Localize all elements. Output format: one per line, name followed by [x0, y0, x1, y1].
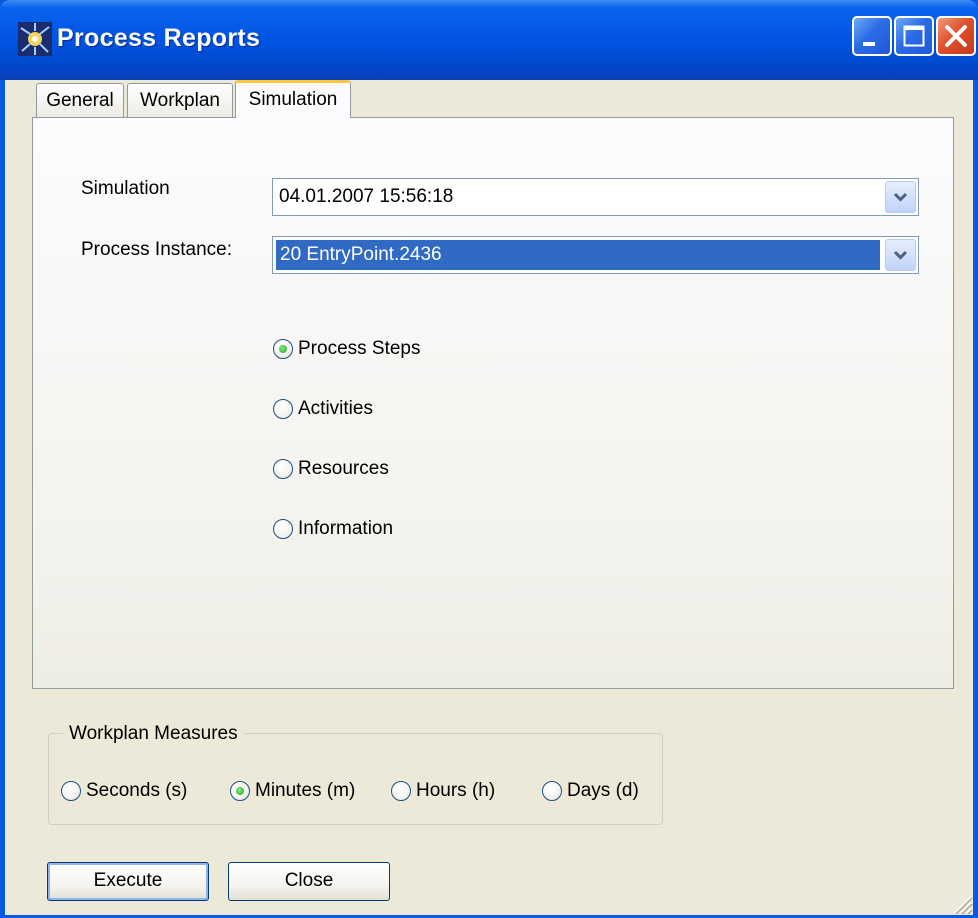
- execute-button[interactable]: Execute: [47, 862, 209, 901]
- close-icon: [945, 25, 967, 47]
- radio-unselected-icon: [61, 781, 81, 801]
- window-client-area: General Workplan Simulation Simulation 0…: [5, 80, 973, 915]
- radio-resources-label: Resources: [298, 458, 389, 479]
- radio-process-steps-label: Process Steps: [298, 338, 421, 359]
- close-window-button[interactable]: [936, 16, 976, 56]
- minimize-icon: [863, 42, 875, 46]
- process-instance-select-dropdown[interactable]: [885, 239, 916, 271]
- radio-selected-icon: [273, 339, 293, 359]
- radio-unselected-icon: [273, 399, 293, 419]
- tab-simulation[interactable]: Simulation: [235, 80, 351, 118]
- radio-unselected-icon: [273, 459, 293, 479]
- maximize-icon: [903, 25, 925, 47]
- radio-hours-label: Hours (h): [416, 780, 496, 801]
- chevron-down-icon: [893, 192, 908, 202]
- radio-process-steps[interactable]: Process Steps: [273, 338, 421, 360]
- simulation-select-value: 04.01.2007 15:56:18: [279, 186, 454, 207]
- radio-days-label: Days (d): [567, 780, 639, 801]
- radio-resources[interactable]: Resources: [273, 458, 389, 480]
- radio-unselected-icon: [542, 781, 562, 801]
- simulation-select-dropdown[interactable]: [885, 181, 916, 213]
- window-title: Process Reports: [57, 24, 261, 52]
- tab-general[interactable]: General: [36, 83, 124, 117]
- workplan-measures-title: Workplan Measures: [63, 723, 244, 745]
- radio-seconds-label: Seconds (s): [86, 780, 188, 801]
- simulation-tab-panel: Simulation 04.01.2007 15:56:18 Process I…: [32, 117, 954, 689]
- title-bar[interactable]: Process Reports: [0, 0, 978, 80]
- radio-days[interactable]: Days (d): [542, 780, 639, 802]
- radio-selected-icon: [230, 781, 250, 801]
- minimize-button[interactable]: [852, 16, 892, 56]
- radio-activities-label: Activities: [298, 398, 373, 419]
- simulation-select[interactable]: 04.01.2007 15:56:18: [272, 178, 919, 216]
- process-instance-label: Process Instance:: [81, 239, 233, 260]
- process-reports-window: Process Reports General Workplan Simulat…: [0, 0, 978, 918]
- process-instance-select[interactable]: 20 EntryPoint.2436: [272, 236, 919, 274]
- radio-hours[interactable]: Hours (h): [391, 780, 495, 802]
- radio-minutes[interactable]: Minutes (m): [230, 780, 355, 802]
- radio-activities[interactable]: Activities: [273, 398, 373, 420]
- process-instance-select-value: 20 EntryPoint.2436: [280, 244, 442, 265]
- chevron-down-icon: [893, 250, 908, 260]
- close-button[interactable]: Close: [228, 862, 390, 901]
- app-icon: [18, 22, 52, 56]
- radio-seconds[interactable]: Seconds (s): [61, 780, 187, 802]
- radio-minutes-label: Minutes (m): [255, 780, 356, 801]
- radio-unselected-icon: [391, 781, 411, 801]
- workplan-measures-group: [48, 733, 663, 825]
- resize-grip-icon[interactable]: [951, 893, 973, 915]
- radio-information-label: Information: [298, 518, 394, 539]
- tab-workplan[interactable]: Workplan: [127, 83, 233, 117]
- simulation-label: Simulation: [81, 178, 170, 199]
- maximize-button[interactable]: [894, 16, 934, 56]
- radio-unselected-icon: [273, 519, 293, 539]
- radio-information[interactable]: Information: [273, 518, 393, 540]
